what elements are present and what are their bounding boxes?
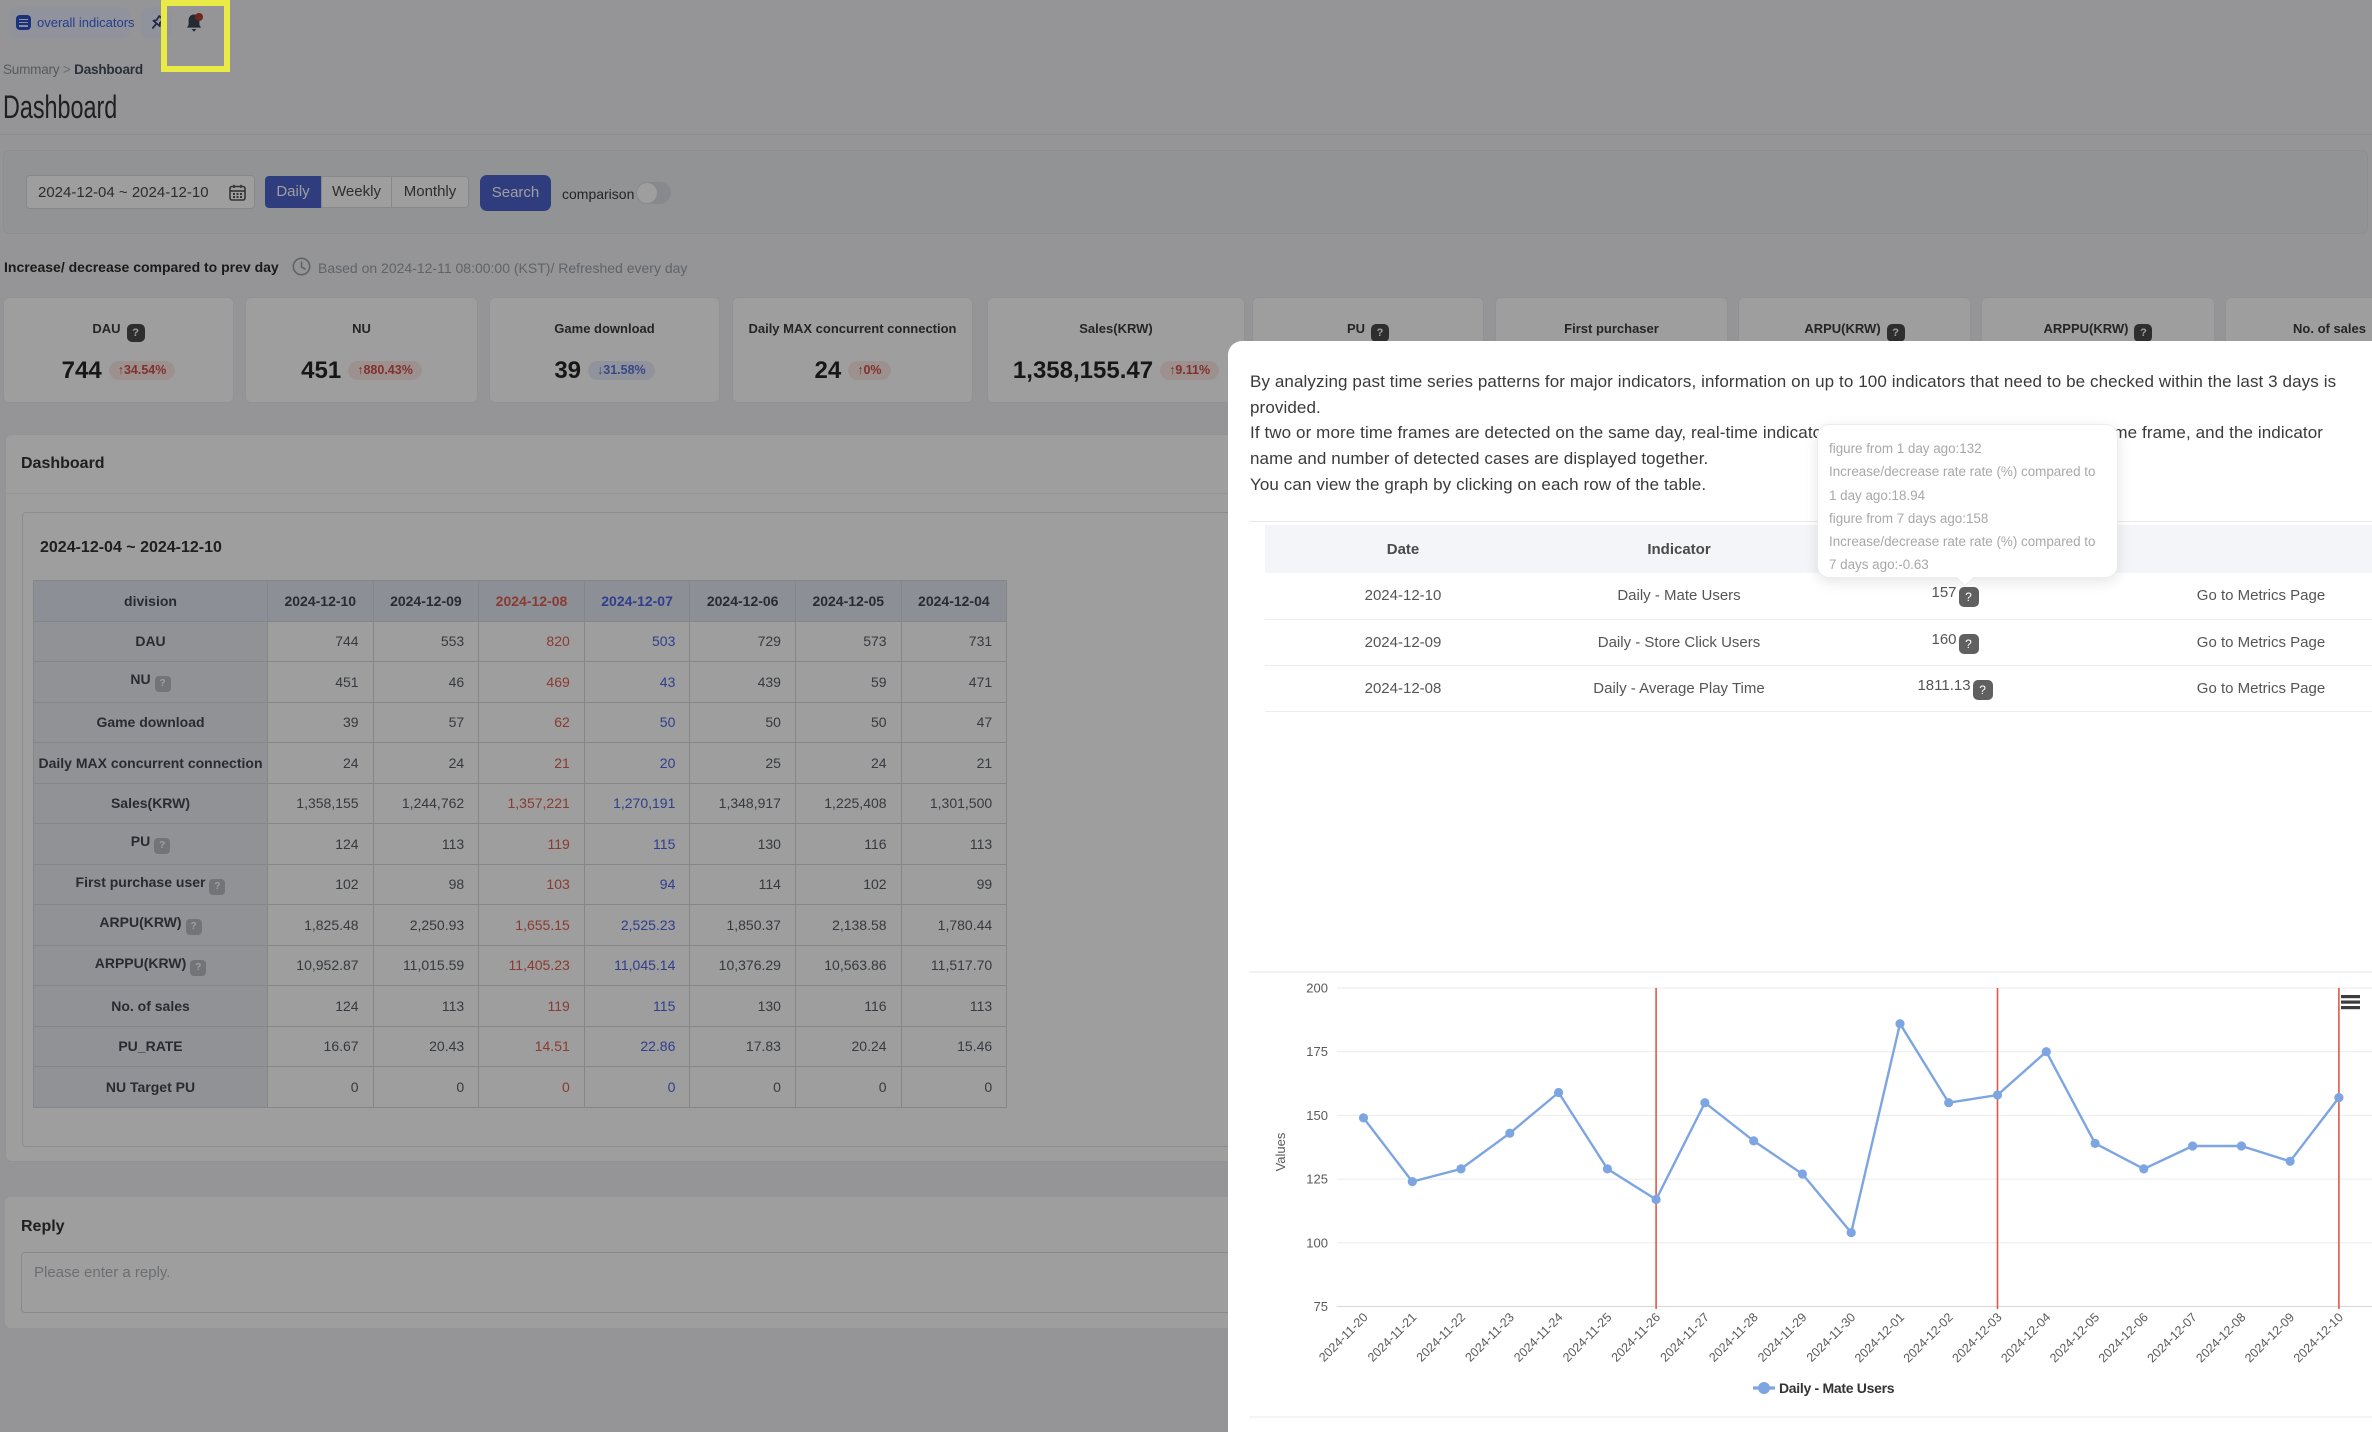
svg-text:2024-12-05: 2024-12-05 bbox=[2047, 1310, 2102, 1365]
svg-text:2024-11-23: 2024-11-23 bbox=[1462, 1310, 1516, 1364]
svg-text:Values: Values bbox=[1273, 1132, 1288, 1171]
svg-text:2024-12-03: 2024-12-03 bbox=[1950, 1310, 2005, 1365]
svg-text:2024-12-02: 2024-12-02 bbox=[1901, 1310, 1956, 1365]
svg-text:2024-11-25: 2024-11-25 bbox=[1560, 1310, 1614, 1364]
svg-text:75: 75 bbox=[1314, 1299, 1328, 1314]
svg-text:2024-11-27: 2024-11-27 bbox=[1658, 1310, 1712, 1364]
svg-text:2024-11-30: 2024-11-30 bbox=[1804, 1310, 1858, 1364]
svg-text:2024-11-22: 2024-11-22 bbox=[1414, 1310, 1468, 1364]
svg-text:200: 200 bbox=[1306, 981, 1328, 996]
svg-text:125: 125 bbox=[1306, 1172, 1328, 1187]
svg-text:150: 150 bbox=[1306, 1108, 1328, 1123]
svg-text:2024-12-08: 2024-12-08 bbox=[2193, 1310, 2248, 1365]
svg-text:2024-12-09: 2024-12-09 bbox=[2242, 1310, 2297, 1365]
svg-text:2024-11-26: 2024-11-26 bbox=[1609, 1310, 1663, 1364]
svg-text:2024-11-29: 2024-11-29 bbox=[1755, 1310, 1809, 1364]
svg-text:Daily - Mate Users: Daily - Mate Users bbox=[1779, 1380, 1895, 1396]
svg-text:100: 100 bbox=[1306, 1235, 1328, 1250]
svg-text:2024-12-10: 2024-12-10 bbox=[2291, 1310, 2346, 1365]
svg-text:175: 175 bbox=[1306, 1044, 1328, 1059]
svg-text:2024-11-20: 2024-11-20 bbox=[1316, 1310, 1370, 1364]
svg-text:2024-11-24: 2024-11-24 bbox=[1511, 1310, 1565, 1364]
svg-text:2024-12-06: 2024-12-06 bbox=[2096, 1310, 2151, 1365]
svg-text:2024-12-01: 2024-12-01 bbox=[1852, 1310, 1907, 1365]
svg-text:2024-12-07: 2024-12-07 bbox=[2145, 1310, 2200, 1365]
svg-text:2024-12-04: 2024-12-04 bbox=[1998, 1310, 2053, 1365]
svg-text:2024-11-28: 2024-11-28 bbox=[1706, 1310, 1760, 1364]
svg-text:2024-11-21: 2024-11-21 bbox=[1365, 1310, 1419, 1364]
